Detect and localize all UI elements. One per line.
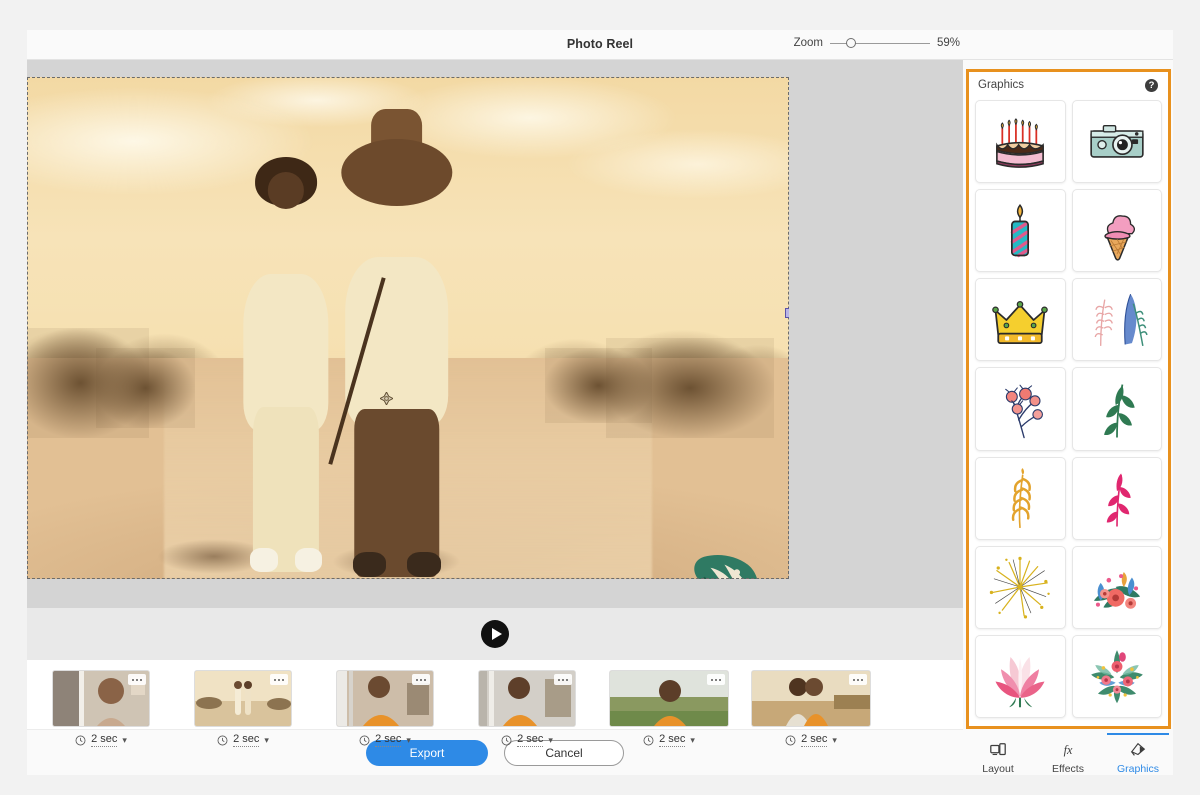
workspace: 2 sec ▾: [27, 60, 1173, 775]
photo-subject-man: [332, 147, 462, 569]
thumbnail[interactable]: [752, 671, 870, 726]
play-button[interactable]: [481, 620, 509, 648]
play-triangle-icon: [492, 628, 502, 640]
thumbnail[interactable]: [337, 671, 433, 726]
clock-icon: [643, 735, 654, 746]
thumbnail-menu-button[interactable]: [554, 674, 572, 685]
chevron-down-icon[interactable]: ▾: [690, 735, 695, 746]
graphic-item-round-floral-wreath[interactable]: [1072, 635, 1163, 718]
list-item[interactable]: 2 sec ▾: [741, 671, 881, 747]
panel-tab-bar[interactable]: Layout fx Effects: [963, 729, 1173, 775]
graphic-item-camera[interactable]: [1072, 100, 1163, 183]
monstera-leaf-sticker[interactable]: [687, 549, 765, 579]
photo-subject-woman: [233, 172, 340, 564]
svg-text:fx: fx: [1064, 743, 1073, 757]
graphic-item-birthday-cake[interactable]: [975, 100, 1066, 183]
center-pivot-marker[interactable]: [380, 392, 393, 405]
duration-selector[interactable]: 2 sec ▾: [785, 733, 837, 747]
chevron-down-icon[interactable]: ▾: [264, 735, 269, 746]
graphic-item-crown[interactable]: [975, 278, 1066, 361]
zoom-value: 59%: [937, 37, 965, 49]
duration-selector[interactable]: 2 sec ▾: [75, 733, 127, 747]
zoom-label: Zoom: [794, 37, 823, 49]
graphic-item-pink-fern-sprig[interactable]: [1072, 457, 1163, 540]
effects-fx-icon: fx: [1059, 741, 1077, 759]
canvas-photo[interactable]: [27, 77, 789, 579]
thumbnail-menu-button[interactable]: [849, 674, 867, 685]
graphics-icon: [1129, 741, 1147, 759]
tab-effects-label: Effects: [1052, 763, 1084, 775]
graphic-item-ice-cream-cone[interactable]: [1072, 189, 1163, 272]
help-icon[interactable]: ?: [1145, 79, 1158, 92]
page-title: Photo Reel: [27, 37, 1173, 51]
chevron-down-icon[interactable]: ▾: [832, 735, 837, 746]
duration-value: 2 sec: [91, 733, 117, 747]
list-item[interactable]: 2 sec ▾: [599, 671, 739, 747]
list-item[interactable]: 2 sec ▾: [315, 671, 455, 747]
graphic-item-green-leaf-sprig[interactable]: [1072, 367, 1163, 450]
graphic-item-pink-lotus-flower[interactable]: [975, 635, 1066, 718]
zoom-slider-track: [830, 43, 930, 44]
top-bar: Photo Reel Zoom 59%: [27, 30, 1173, 60]
tab-graphics[interactable]: Graphics: [1107, 733, 1169, 775]
zoom-slider[interactable]: [830, 36, 930, 50]
thumbnail[interactable]: [610, 671, 728, 726]
graphic-item-birthday-candle[interactable]: [975, 189, 1066, 272]
clock-icon: [75, 735, 86, 746]
graphic-item-gold-wheat-sprig[interactable]: [975, 457, 1066, 540]
clock-icon: [501, 735, 512, 746]
graphics-panel: Graphics ?: [966, 69, 1171, 729]
graphic-item-floral-bouquet[interactable]: [1072, 546, 1163, 629]
player-bar: [27, 608, 963, 660]
tab-graphics-label: Graphics: [1117, 763, 1159, 775]
duration-selector[interactable]: 2 sec ▾: [501, 733, 553, 747]
chevron-down-icon[interactable]: ▾: [548, 735, 553, 746]
thumbnail[interactable]: [479, 671, 575, 726]
thumbnail-menu-button[interactable]: [128, 674, 146, 685]
panel-title: Graphics: [978, 79, 1024, 91]
list-item[interactable]: 2 sec ▾: [31, 671, 171, 747]
zoom-slider-handle[interactable]: [846, 38, 856, 48]
chevron-down-icon[interactable]: ▾: [122, 735, 127, 746]
canvas-stage[interactable]: [27, 77, 789, 579]
filmstrip[interactable]: 2 sec ▾: [27, 660, 963, 729]
thumbnail[interactable]: [53, 671, 149, 726]
tab-effects[interactable]: fx Effects: [1037, 733, 1099, 775]
right-panel-column: Graphics ?: [963, 60, 1173, 775]
thumbnail-menu-button[interactable]: [707, 674, 725, 685]
clock-icon: [217, 735, 228, 746]
duration-selector[interactable]: 2 sec ▾: [643, 733, 695, 747]
chevron-down-icon[interactable]: ▾: [406, 735, 411, 746]
list-item[interactable]: 2 sec ▾: [173, 671, 313, 747]
duration-selector[interactable]: 2 sec ▾: [359, 733, 411, 747]
duration-value: 2 sec: [801, 733, 827, 747]
tab-layout-label: Layout: [982, 763, 1014, 775]
graphic-item-berry-branch[interactable]: [975, 367, 1066, 450]
thumbnail-menu-button[interactable]: [270, 674, 288, 685]
graphic-item-gold-firework-burst[interactable]: [975, 546, 1066, 629]
selection-handle-right[interactable]: [785, 308, 789, 318]
clock-icon: [359, 735, 370, 746]
duration-selector[interactable]: 2 sec ▾: [217, 733, 269, 747]
layout-icon: [989, 741, 1007, 759]
thumbnail[interactable]: [195, 671, 291, 726]
canvas-region[interactable]: [27, 60, 963, 608]
photo-bush: [545, 348, 652, 423]
panel-header: Graphics ?: [969, 72, 1168, 98]
app-window: Photo Reel Zoom 59%: [27, 30, 1173, 775]
photo-bush: [96, 348, 195, 428]
graphics-grid[interactable]: [969, 98, 1168, 726]
editor-column: 2 sec ▾: [27, 60, 963, 775]
duration-value: 2 sec: [659, 733, 685, 747]
duration-value: 2 sec: [375, 733, 401, 747]
graphic-item-feather-leaves[interactable]: [1072, 278, 1163, 361]
duration-value: 2 sec: [517, 733, 543, 747]
thumbnail-menu-button[interactable]: [412, 674, 430, 685]
duration-value: 2 sec: [233, 733, 259, 747]
tab-layout[interactable]: Layout: [967, 733, 1029, 775]
list-item[interactable]: 2 sec ▾: [457, 671, 597, 747]
zoom-control: Zoom 59%: [794, 36, 965, 50]
clock-icon: [785, 735, 796, 746]
